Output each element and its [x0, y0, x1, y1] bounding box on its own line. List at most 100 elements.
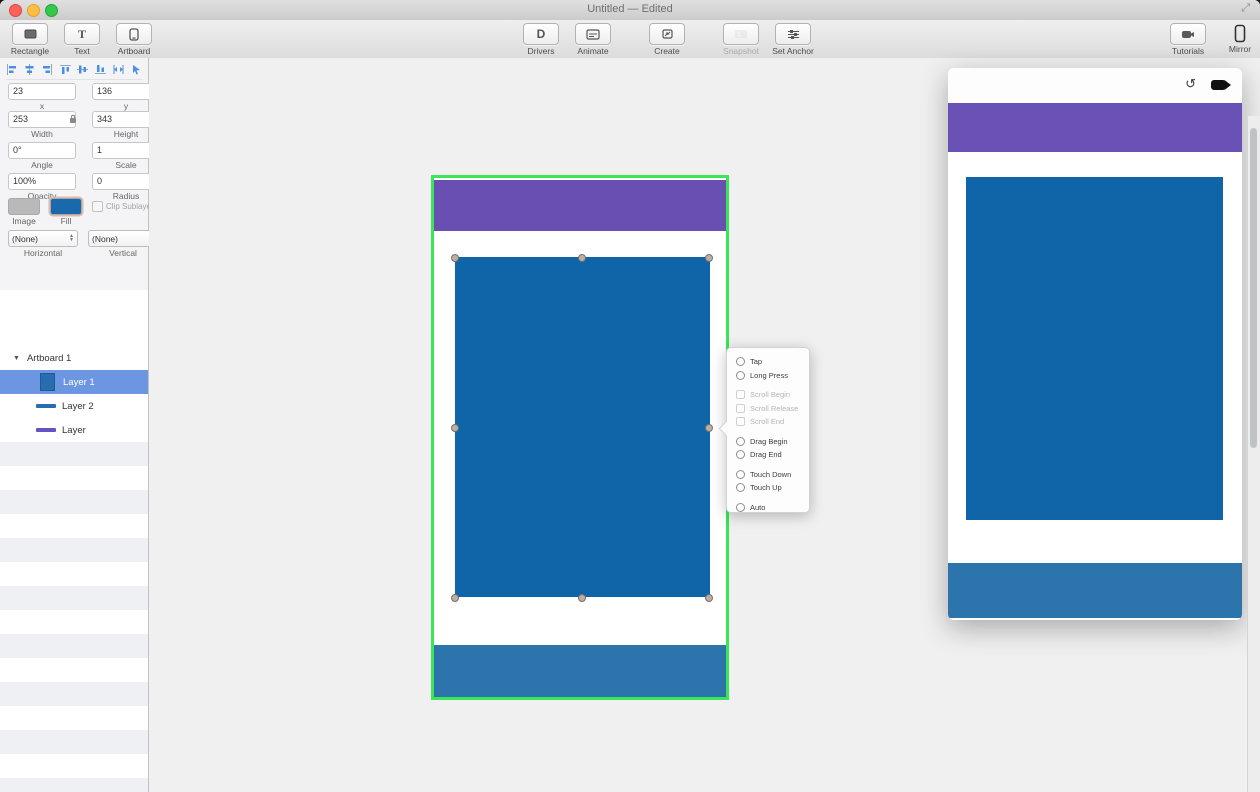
toolbar: Rectangle T Text Artboard D Drivers Anim… [0, 20, 1260, 59]
align-bottom-icon[interactable] [95, 64, 106, 75]
layer-row-layer-2[interactable]: Layer 2 [0, 394, 148, 418]
resize-handle-nw[interactable] [451, 254, 459, 262]
text-button[interactable]: T Text [60, 23, 104, 56]
snapshot-icon [734, 29, 748, 39]
vertical-label: Vertical [109, 248, 137, 258]
titlebar: Untitled — Edited ⤢ [0, 0, 1260, 21]
mirror-icon [1234, 24, 1246, 43]
layer-row-layer-1[interactable]: Layer 1 [0, 370, 148, 394]
disclosure-triangle-icon[interactable]: ▼ [13, 355, 20, 362]
clip-sublayers-checkbox[interactable] [92, 201, 103, 212]
toolbar-center-group: D Drivers Animate Create Snapshot Set An… [519, 23, 815, 56]
fullscreen-icon[interactable]: ⤢ [1241, 2, 1250, 15]
gesture-popup: Tap Long Press Scroll Begin Scroll Relea… [726, 347, 810, 513]
gesture-option-drag-begin[interactable]: Drag Begin [736, 435, 809, 449]
radio-icon[interactable] [736, 357, 745, 366]
radio-icon [736, 390, 745, 399]
artboard-1[interactable] [431, 175, 729, 700]
scrollbar-thumb[interactable] [1250, 128, 1257, 448]
preview-topbar: ↺ [948, 68, 1242, 103]
align-center-h-icon[interactable] [24, 64, 35, 75]
record-icon[interactable] [1211, 80, 1228, 90]
create-component-button[interactable]: Create [645, 23, 689, 56]
drivers-button[interactable]: D Drivers [519, 23, 563, 56]
radio-icon[interactable] [736, 483, 745, 492]
gesture-option-long-press[interactable]: Long Press [736, 369, 809, 383]
horizontal-label: Horizontal [24, 248, 62, 258]
restart-icon[interactable]: ↺ [1185, 76, 1196, 92]
width-label: Width [31, 129, 53, 139]
blue-footer-layer[interactable] [434, 645, 726, 697]
preview-window: ↺ [948, 68, 1242, 620]
text-icon: T [78, 28, 86, 40]
resize-handle-sw[interactable] [451, 594, 459, 602]
align-middle-v-icon[interactable] [77, 64, 88, 75]
resize-handle-n[interactable] [578, 254, 586, 262]
set-anchor-button[interactable]: Set Anchor [771, 23, 815, 56]
toolbar-right-group: Tutorials Mirror [1166, 23, 1260, 56]
align-right-icon[interactable] [42, 64, 53, 75]
radio-icon[interactable] [736, 437, 745, 446]
snapshot-button[interactable]: Snapshot [719, 23, 763, 56]
align-left-icon[interactable] [6, 64, 17, 75]
alignment-toolbar [6, 61, 142, 80]
toolbar-insert-group: Rectangle T Text Artboard [8, 23, 156, 56]
layer-thumbnail [40, 373, 55, 391]
artboard-icon [129, 28, 139, 41]
gesture-option-touch-down[interactable]: Touch Down [736, 468, 809, 482]
x-label: x [40, 101, 44, 111]
create-component-icon [661, 28, 674, 40]
vertical-popup[interactable]: (None) ▲▼ [88, 230, 158, 247]
animate-button[interactable]: Animate [571, 23, 615, 56]
radio-icon[interactable] [736, 470, 745, 479]
tutorials-icon [1181, 30, 1195, 39]
fill-swatch[interactable] [50, 198, 82, 215]
align-top-icon[interactable] [60, 64, 71, 75]
inspector-panel: 23 x 136 y 253 Width 343 Height [0, 58, 148, 291]
tutorials-button[interactable]: Tutorials [1166, 23, 1210, 56]
image-swatch[interactable] [8, 198, 40, 215]
lock-aspect-icon[interactable] [69, 114, 77, 124]
x-field[interactable]: 23 [8, 83, 76, 100]
image-label: Image [12, 216, 36, 226]
vertical-scrollbar[interactable] [1247, 116, 1260, 792]
angle-field[interactable]: 0° [8, 142, 76, 159]
preview-blue-layer [966, 177, 1223, 520]
stepper-arrows-icon: ▲▼ [69, 235, 74, 241]
gesture-option-drag-end[interactable]: Drag End [736, 448, 809, 462]
layer-row-layer[interactable]: Layer [0, 418, 148, 442]
radio-icon[interactable] [736, 371, 745, 380]
gesture-option-tap[interactable]: Tap [736, 355, 809, 369]
selected-blue-layer[interactable] [455, 257, 710, 597]
mirror-button[interactable]: Mirror [1218, 23, 1260, 56]
purple-layer[interactable] [434, 180, 726, 231]
canvas[interactable]: Tap Long Press Scroll Begin Scroll Relea… [149, 58, 1260, 792]
gesture-option-touch-up[interactable]: Touch Up [736, 481, 809, 495]
resize-handle-w[interactable] [451, 424, 459, 432]
resize-handle-e[interactable] [705, 424, 713, 432]
radio-icon [736, 417, 745, 426]
animate-icon [586, 29, 600, 40]
width-field[interactable]: 253 [8, 111, 76, 128]
pointer-icon[interactable] [131, 64, 142, 75]
gesture-option-auto[interactable]: Auto [736, 501, 809, 515]
layer-thumbnail [36, 428, 56, 432]
resize-handle-se[interactable] [705, 594, 713, 602]
rectangle-button[interactable]: Rectangle [8, 23, 52, 56]
radio-icon[interactable] [736, 450, 745, 459]
gesture-option-scroll-release: Scroll Release [736, 402, 809, 416]
layer-thumbnail [36, 404, 56, 408]
distribute-h-icon[interactable] [113, 64, 124, 75]
app-window: Untitled — Edited ⤢ Rectangle T Text Art… [0, 0, 1260, 792]
layer-row-artboard-1[interactable]: ▼ Artboard 1 [0, 346, 161, 370]
set-anchor-icon [787, 29, 800, 40]
horizontal-popup[interactable]: (None) ▲▼ [8, 230, 78, 247]
gesture-option-scroll-begin: Scroll Begin [736, 388, 809, 402]
artboard-name: Artboard 1 [27, 353, 71, 364]
resize-handle-ne[interactable] [705, 254, 713, 262]
opacity-field[interactable]: 100% [8, 173, 76, 190]
radio-icon[interactable] [736, 503, 745, 512]
resize-handle-s[interactable] [578, 594, 586, 602]
rectangle-icon [24, 29, 37, 39]
artboard-button[interactable]: Artboard [112, 23, 156, 56]
